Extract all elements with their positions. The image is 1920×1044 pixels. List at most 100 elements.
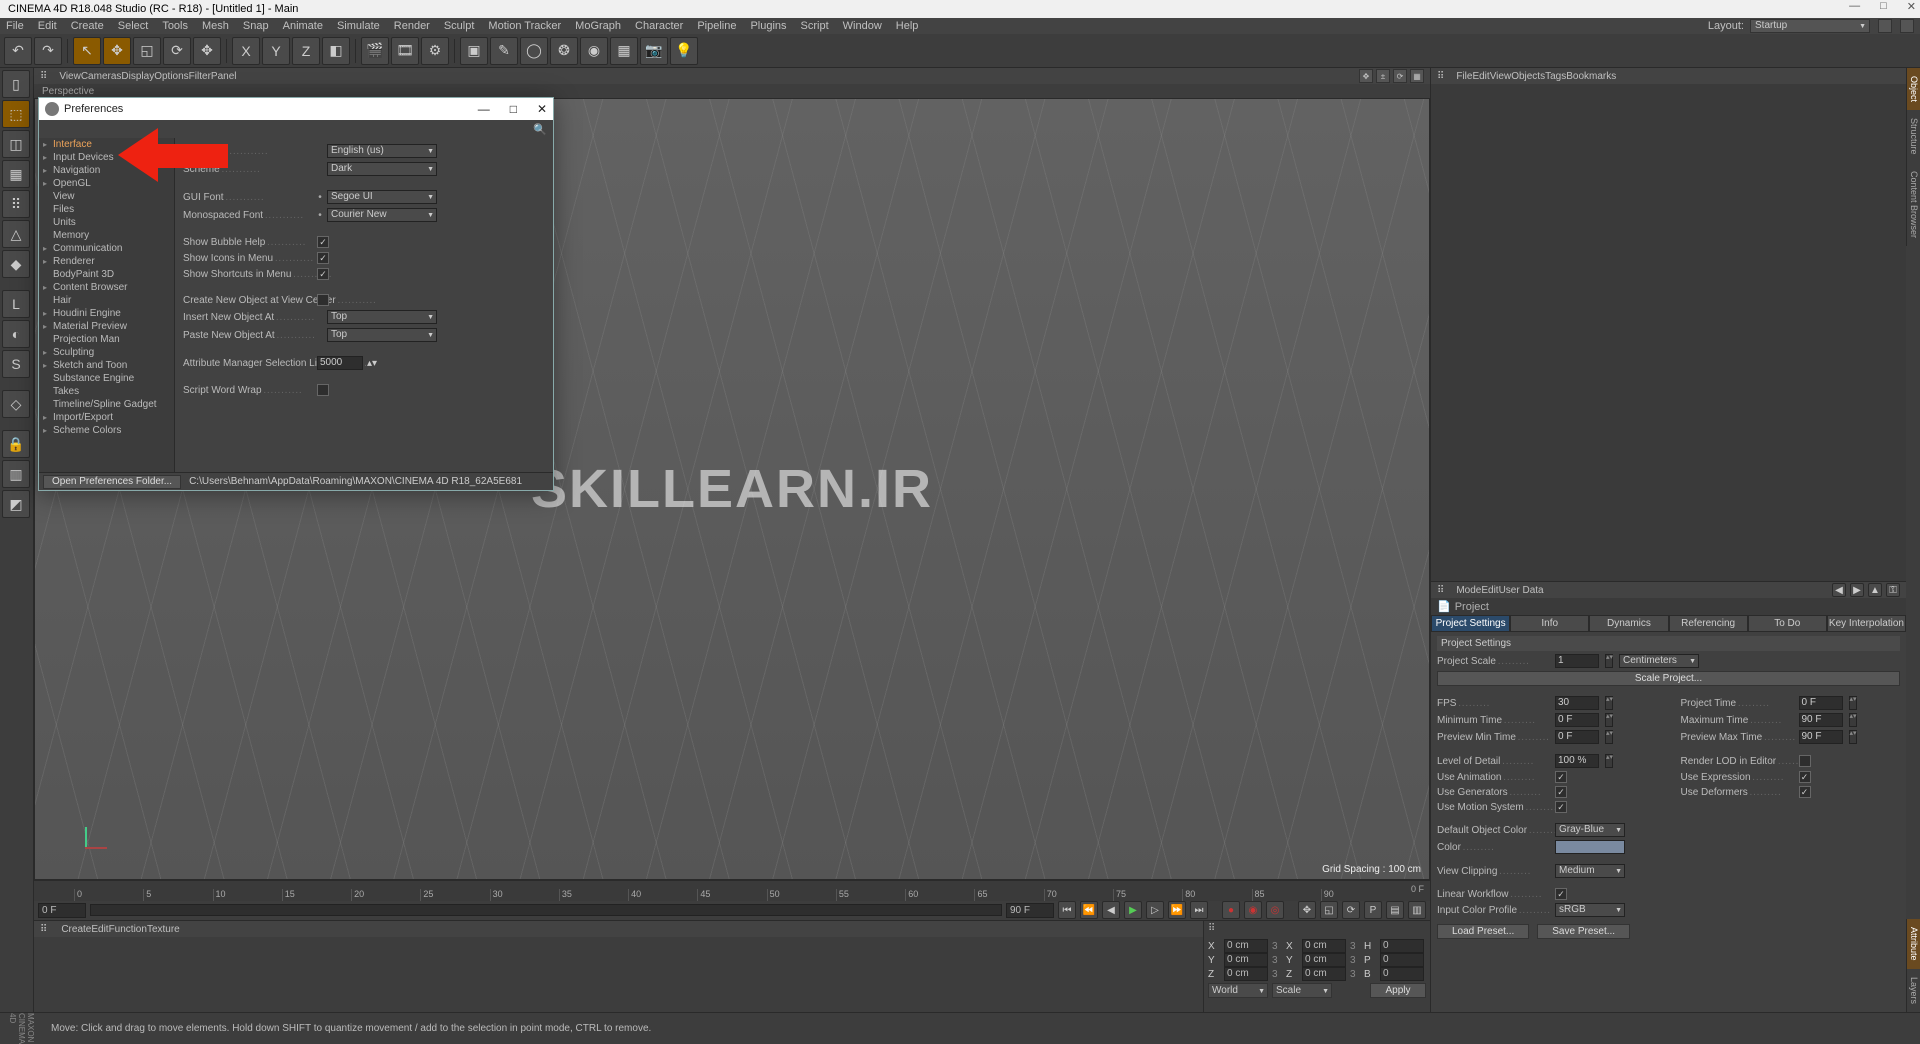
menu-edit[interactable]: Edit [38, 20, 57, 32]
attr-tab-dynamics[interactable]: Dynamics [1589, 615, 1668, 632]
pref-monospaced-font-select[interactable]: Courier New [327, 208, 437, 222]
render-view[interactable]: 🎬 [361, 37, 389, 65]
key-param-button[interactable]: P [1364, 901, 1382, 919]
key-scale-button[interactable]: ◱ [1320, 901, 1338, 919]
menu-help[interactable]: Help [896, 20, 919, 32]
open-pref-folder-button[interactable]: Open Preferences Folder... [43, 475, 181, 489]
close-button[interactable]: ✕ [1907, 0, 1916, 13]
linear-wf-check[interactable]: ✓ [1555, 888, 1567, 900]
points-mode[interactable]: ⠿ [2, 190, 30, 218]
load-preset-button[interactable]: Load Preset... [1437, 924, 1529, 939]
pref-item-opengl[interactable]: OpenGL [39, 177, 174, 190]
cube-primitive[interactable]: ▣ [460, 37, 488, 65]
use-anim-check[interactable]: ✓ [1555, 771, 1567, 783]
grip-icon[interactable]: ⠿ [40, 924, 47, 935]
grip-icon[interactable]: ⠿ [1208, 923, 1215, 937]
locked-workplane[interactable]: 🔒 [2, 430, 30, 458]
pref-item-houdini-engine[interactable]: Houdini Engine [39, 307, 174, 320]
planar-workplane[interactable]: ▥ [2, 460, 30, 488]
objmenu-file[interactable]: File [1456, 71, 1472, 82]
undo-button[interactable]: ↶ [4, 37, 32, 65]
save-preset-button[interactable]: Save Preset... [1537, 924, 1630, 939]
attr-nav-back[interactable]: ◀ [1832, 583, 1846, 597]
proj-time-input[interactable]: 0 F [1799, 696, 1843, 710]
color-swatch[interactable] [1555, 840, 1625, 854]
view-layout-icon[interactable]: ▦ [1410, 69, 1424, 83]
scale-unit-select[interactable]: Centimeters [1619, 654, 1699, 668]
next-frame-button[interactable]: ▷ [1146, 901, 1164, 919]
attr-tab-referencing[interactable]: Referencing [1669, 615, 1748, 632]
menu-mograph[interactable]: MoGraph [575, 20, 621, 32]
attr-lock-icon[interactable]: ⚿ [1886, 583, 1900, 597]
pref-attribute-manager-selection-limit-input[interactable]: 5000 [317, 356, 363, 370]
environment[interactable]: ▦ [610, 37, 638, 65]
grip-icon[interactable]: ⠿ [1437, 585, 1444, 596]
timeline-ruler[interactable]: 051015202530354045505560657075808590 0 F [34, 881, 1430, 901]
menu-motion-tracker[interactable]: Motion Tracker [488, 20, 561, 32]
pref-paste-new-object-at-select[interactable]: Top [327, 328, 437, 342]
coord-system[interactable]: ◧ [322, 37, 350, 65]
pref-item-sketch-and-toon[interactable]: Sketch and Toon [39, 359, 174, 372]
nurbs[interactable]: ◯ [520, 37, 548, 65]
workplane-mode[interactable]: ▦ [2, 160, 30, 188]
matmenu-function[interactable]: Function [109, 924, 147, 935]
key-options-button[interactable]: ▥ [1408, 901, 1426, 919]
pref-maximize-button[interactable]: □ [510, 102, 517, 116]
matmenu-texture[interactable]: Texture [147, 924, 180, 935]
coord-size-z[interactable]: 0 cm [1302, 967, 1346, 981]
attrmenu-user-data[interactable]: User Data [1499, 585, 1544, 596]
key-pla-button[interactable]: ▤ [1386, 901, 1404, 919]
use-gen-check[interactable]: ✓ [1555, 786, 1567, 798]
pref-insert-new-object-at-select[interactable]: Top [327, 310, 437, 324]
frame-end-input[interactable]: 90 F [1006, 903, 1054, 918]
min-time-input[interactable]: 0 F [1555, 713, 1599, 727]
pref-item-projection-man[interactable]: Projection Man [39, 333, 174, 346]
generators[interactable]: ❂ [550, 37, 578, 65]
grip-icon[interactable]: ⠿ [40, 71, 47, 82]
matmenu-edit[interactable]: Edit [91, 924, 108, 935]
objmenu-bookmarks[interactable]: Bookmarks [1566, 71, 1616, 82]
workplane-tool[interactable]: ◇ [2, 390, 30, 418]
prev-min-input[interactable]: 0 F [1555, 730, 1599, 744]
coord-space-select[interactable]: World [1208, 983, 1268, 998]
viewport-tab[interactable]: Perspective [34, 84, 1430, 98]
pref-item-view[interactable]: View [39, 190, 174, 203]
frame-start-input[interactable]: 0 F [38, 903, 86, 918]
record-button[interactable]: ● [1222, 901, 1240, 919]
axis-z-toggle[interactable]: Z [292, 37, 320, 65]
camera[interactable]: 📷 [640, 37, 668, 65]
pref-create-new-object-at-view-center-check[interactable] [317, 294, 329, 306]
pref-close-button[interactable]: ✕ [537, 102, 547, 116]
prev-frame-button[interactable]: ◀ [1102, 901, 1120, 919]
viewmenu-panel[interactable]: Panel [211, 71, 237, 82]
layout-icon-1[interactable] [1878, 19, 1892, 33]
menu-plugins[interactable]: Plugins [750, 20, 786, 32]
default-color-select[interactable]: Gray-Blue [1555, 823, 1625, 837]
attr-tab-project-settings[interactable]: Project Settings [1431, 615, 1510, 632]
coord-pos-y[interactable]: 0 cm [1224, 953, 1268, 967]
render-pv[interactable]: 🎞 [391, 37, 419, 65]
pref-item-navigation[interactable]: Navigation [39, 164, 174, 177]
prev-max-input[interactable]: 90 F [1799, 730, 1843, 744]
pref-item-timeline-spline-gadget[interactable]: Timeline/Spline Gadget [39, 398, 174, 411]
next-key-button[interactable]: ⏩ [1168, 901, 1186, 919]
menu-create[interactable]: Create [71, 20, 104, 32]
objmenu-tags[interactable]: Tags [1545, 71, 1566, 82]
polygon-mode[interactable]: ◆ [2, 250, 30, 278]
viewmenu-options[interactable]: Options [154, 71, 188, 82]
view-pan-icon[interactable]: ✥ [1359, 69, 1373, 83]
pref-item-import-export[interactable]: Import/Export [39, 411, 174, 424]
goto-start-button[interactable]: ⏮ [1058, 901, 1076, 919]
pref-item-material-preview[interactable]: Material Preview [39, 320, 174, 333]
use-def-check[interactable]: ✓ [1799, 786, 1811, 798]
right-tab-attribute[interactable]: Attribute [1906, 919, 1920, 969]
axis-x-toggle[interactable]: X [232, 37, 260, 65]
texture-mode[interactable]: ◫ [2, 130, 30, 158]
play-button[interactable]: ▶ [1124, 901, 1142, 919]
matmenu-create[interactable]: Create [61, 924, 91, 935]
menu-snap[interactable]: Snap [243, 20, 269, 32]
coord-size-y[interactable]: 0 cm [1302, 953, 1346, 967]
layout-icon-2[interactable] [1900, 19, 1914, 33]
pref-item-takes[interactable]: Takes [39, 385, 174, 398]
make-editable[interactable]: ▯ [2, 70, 30, 98]
